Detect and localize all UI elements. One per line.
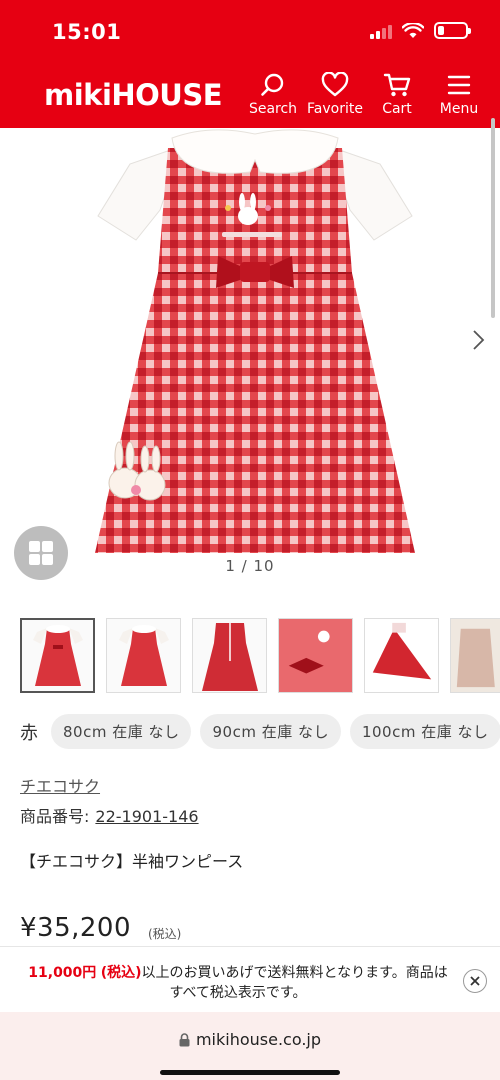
nav-favorite-label: Favorite [307, 101, 363, 117]
nav-favorite[interactable]: Favorite [304, 72, 366, 117]
nav-cart[interactable]: Cart [366, 72, 428, 117]
gallery-next-icon[interactable] [472, 328, 486, 352]
product-name: 【チエコサク】半袖ワンピース [20, 852, 244, 871]
battery-icon [434, 22, 471, 39]
signal-icon [370, 23, 392, 39]
product-number-label: 商品番号: [20, 807, 90, 826]
nav-search[interactable]: Search [242, 72, 304, 117]
size-option-90[interactable]: 90cm 在庫 なし [200, 714, 341, 749]
product-number: 商品番号: 22-1901-146 [20, 803, 199, 827]
product-number-link[interactable]: 22-1901-146 [95, 807, 198, 826]
thumbnail-5[interactable] [364, 618, 439, 693]
heart-icon [321, 72, 349, 97]
gallery-counter: 1 / 10 [225, 557, 275, 575]
thumbnail-2[interactable] [106, 618, 181, 693]
browser-address-bar[interactable]: mikihouse.co.jp [0, 1012, 500, 1080]
url-display[interactable]: mikihouse.co.jp [0, 1030, 500, 1049]
product-gallery[interactable]: 1 / 10 [0, 128, 500, 588]
nav-menu-label: Menu [439, 101, 479, 117]
app-header: 15:01 mikiHOUSE Search Favorite Cart Men… [0, 0, 500, 128]
brand-link[interactable]: チエコサク [20, 773, 100, 797]
shipping-banner: 11,000円 (税込)以上のお買いあげで送料無料となります。商品はすべて税込表… [0, 946, 500, 1012]
search-icon [261, 73, 284, 96]
nav-search-label: Search [248, 101, 298, 117]
size-option-80[interactable]: 80cm 在庫 なし [51, 714, 192, 749]
header-nav: Search Favorite Cart Menu [242, 72, 490, 117]
hamburger-icon [447, 75, 471, 95]
status-icons [370, 22, 471, 39]
lock-icon [179, 1032, 190, 1046]
product-price: ¥35,200 [20, 913, 132, 943]
nav-cart-label: Cart [382, 101, 412, 117]
cart-icon [383, 73, 411, 97]
tax-note: (税込) [148, 927, 182, 941]
thumbnail-1[interactable] [20, 618, 95, 693]
banner-close-button[interactable] [463, 969, 487, 993]
wifi-icon [402, 22, 424, 38]
url-text: mikihouse.co.jp [195, 1030, 322, 1049]
home-indicator [160, 1070, 340, 1075]
size-selector: 赤 80cm 在庫 なし 90cm 在庫 なし 100cm 在庫 なし [20, 714, 500, 749]
thumbnail-4[interactable] [278, 618, 353, 693]
close-icon [470, 976, 480, 986]
color-label: 赤 [20, 722, 38, 744]
thumbnail-strip [20, 618, 500, 693]
nav-menu[interactable]: Menu [428, 72, 490, 117]
banner-text: 11,000円 (税込)以上のお買いあげで送料無料となります。商品はすべて税込表… [22, 963, 454, 1003]
status-time: 15:01 [52, 20, 122, 44]
banner-tax: (税込) [100, 965, 142, 981]
banner-amount: 11,000円 [28, 965, 97, 981]
banner-message: 以上のお買いあげで送料無料となります。商品はすべて税込表示です。 [141, 965, 448, 1001]
brand-logo[interactable]: mikiHOUSE [44, 80, 223, 110]
size-option-100[interactable]: 100cm 在庫 なし [349, 714, 500, 749]
thumbnail-3[interactable] [192, 618, 267, 693]
page-scrollbar[interactable] [491, 118, 495, 318]
thumbnail-6[interactable] [450, 618, 500, 693]
product-image [95, 129, 415, 553]
